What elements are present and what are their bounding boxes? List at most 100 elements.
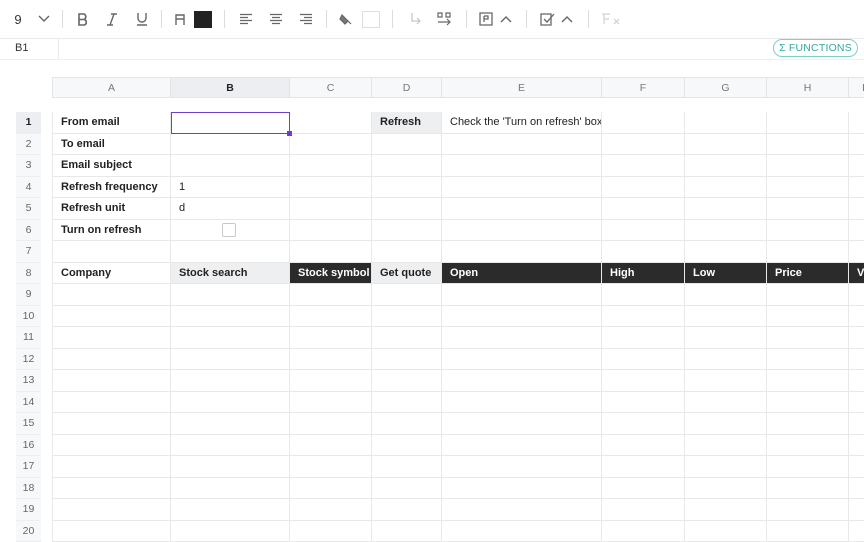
column-header-f[interactable]: F	[602, 77, 685, 98]
cell-h10[interactable]	[767, 306, 849, 328]
cell-f2[interactable]	[602, 134, 685, 156]
cell-a15[interactable]	[52, 413, 171, 435]
cell-c7[interactable]	[290, 241, 372, 263]
cell-g3[interactable]	[685, 155, 767, 177]
cell-d4[interactable]	[372, 177, 442, 199]
underline-icon[interactable]	[131, 8, 153, 30]
cell-d1[interactable]: Refresh	[372, 112, 442, 134]
cell-b17[interactable]	[171, 456, 290, 478]
cell-f14[interactable]	[602, 392, 685, 414]
cell-a5[interactable]: Refresh unit	[52, 198, 171, 220]
cell-e18[interactable]	[442, 478, 602, 500]
cell-d15[interactable]	[372, 413, 442, 435]
row-header-15[interactable]: 15	[16, 413, 41, 435]
cell-f15[interactable]	[602, 413, 685, 435]
cell-c8[interactable]: Stock symbol	[290, 263, 372, 285]
functions-button[interactable]: Σ FUNCTIONS	[773, 39, 858, 57]
cell-a3[interactable]: Email subject	[52, 155, 171, 177]
cell-f3[interactable]	[602, 155, 685, 177]
cell-a17[interactable]	[52, 456, 171, 478]
cell-i12[interactable]	[849, 349, 864, 371]
fill-handle[interactable]	[287, 131, 292, 136]
cell-h6[interactable]	[767, 220, 849, 242]
column-header-e[interactable]: E	[442, 77, 602, 98]
cell-e3[interactable]	[442, 155, 602, 177]
cell-g1[interactable]	[685, 112, 767, 134]
cell-i19[interactable]	[849, 499, 864, 521]
refresh-checkbox[interactable]	[222, 223, 236, 237]
cell-g19[interactable]	[685, 499, 767, 521]
cell-i4[interactable]	[849, 177, 864, 199]
cell-e9[interactable]	[442, 284, 602, 306]
cell-f11[interactable]	[602, 327, 685, 349]
cell-h19[interactable]	[767, 499, 849, 521]
cell-a7[interactable]	[52, 241, 171, 263]
cell-i10[interactable]	[849, 306, 864, 328]
cell-a2[interactable]: To email	[52, 134, 171, 156]
cell-f20[interactable]	[602, 521, 685, 542]
cell-g14[interactable]	[685, 392, 767, 414]
cell-c20[interactable]	[290, 521, 372, 542]
cell-i13[interactable]	[849, 370, 864, 392]
cell-c5[interactable]	[290, 198, 372, 220]
row-header-20[interactable]: 20	[16, 521, 41, 542]
cell-i18[interactable]	[849, 478, 864, 500]
cell-h16[interactable]	[767, 435, 849, 457]
cell-a9[interactable]	[52, 284, 171, 306]
cell-b15[interactable]	[171, 413, 290, 435]
text-color-swatch[interactable]	[194, 8, 212, 30]
cell-d8[interactable]: Get quote	[372, 263, 442, 285]
cell-c9[interactable]	[290, 284, 372, 306]
cell-e11[interactable]	[442, 327, 602, 349]
cell-f10[interactable]	[602, 306, 685, 328]
column-header-h[interactable]: H	[767, 77, 849, 98]
italic-icon[interactable]	[101, 8, 123, 30]
cell-a8[interactable]: Company	[52, 263, 171, 285]
cell-g12[interactable]	[685, 349, 767, 371]
cell-g17[interactable]	[685, 456, 767, 478]
cell-b6[interactable]	[171, 220, 290, 242]
cell-g4[interactable]	[685, 177, 767, 199]
cell-i3[interactable]	[849, 155, 864, 177]
cell-d11[interactable]	[372, 327, 442, 349]
cell-d18[interactable]	[372, 478, 442, 500]
cell-i2[interactable]	[849, 134, 864, 156]
cell-b3[interactable]	[171, 155, 290, 177]
cell-i17[interactable]	[849, 456, 864, 478]
cell-c15[interactable]	[290, 413, 372, 435]
cell-f7[interactable]	[602, 241, 685, 263]
cell-d13[interactable]	[372, 370, 442, 392]
cell-d7[interactable]	[372, 241, 442, 263]
cell-f8[interactable]: High	[602, 263, 685, 285]
cell-g6[interactable]	[685, 220, 767, 242]
row-header-13[interactable]: 13	[16, 370, 41, 392]
cell-a13[interactable]	[52, 370, 171, 392]
cell-h5[interactable]	[767, 198, 849, 220]
wrap-text-icon[interactable]	[434, 8, 456, 30]
cell-c1[interactable]	[290, 112, 372, 134]
cell-h15[interactable]	[767, 413, 849, 435]
cell-h11[interactable]	[767, 327, 849, 349]
cell-d16[interactable]	[372, 435, 442, 457]
cell-e4[interactable]	[442, 177, 602, 199]
align-left-icon[interactable]	[235, 8, 257, 30]
cell-c4[interactable]	[290, 177, 372, 199]
cell-f17[interactable]	[602, 456, 685, 478]
cell-d20[interactable]	[372, 521, 442, 542]
cell-d6[interactable]	[372, 220, 442, 242]
cell-h12[interactable]	[767, 349, 849, 371]
row-header-11[interactable]: 11	[16, 327, 41, 349]
row-header-5[interactable]: 5	[16, 198, 41, 220]
fill-color-icon[interactable]	[335, 8, 357, 30]
cell-a11[interactable]	[52, 327, 171, 349]
cell-b9[interactable]	[171, 284, 290, 306]
cell-d9[interactable]	[372, 284, 442, 306]
cell-a14[interactable]	[52, 392, 171, 414]
cell-i1[interactable]	[849, 112, 864, 134]
cell-e7[interactable]	[442, 241, 602, 263]
chevron-up-icon[interactable]	[497, 8, 515, 30]
merge-cells-icon[interactable]	[404, 8, 426, 30]
cell-c2[interactable]	[290, 134, 372, 156]
cell-a4[interactable]: Refresh frequency	[52, 177, 171, 199]
cell-c19[interactable]	[290, 499, 372, 521]
